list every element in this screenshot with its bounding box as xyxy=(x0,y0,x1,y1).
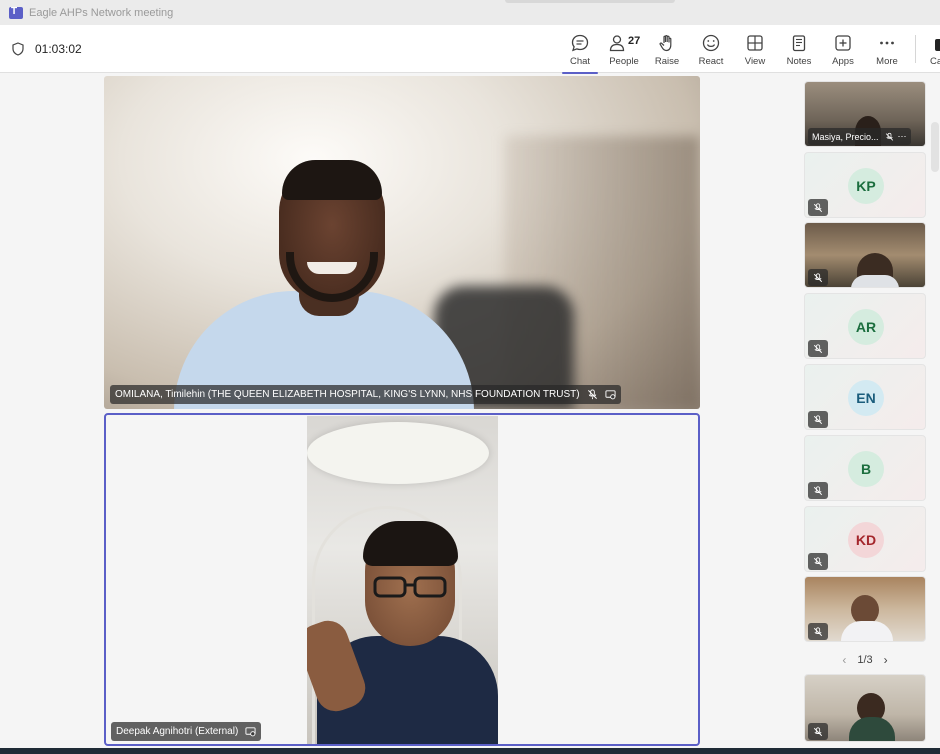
react-icon xyxy=(702,34,720,52)
participant-tile[interactable]: KD xyxy=(804,506,926,572)
second-speaker-name-tag: Deepak Agnihotri (External) xyxy=(111,722,262,741)
participant-avatar: B xyxy=(848,451,884,487)
screen-share-icon xyxy=(245,727,256,737)
speaker-smile xyxy=(307,262,357,274)
chat-button[interactable]: Chat xyxy=(558,25,602,74)
participant-tile[interactable] xyxy=(804,576,926,642)
participant-tile[interactable]: B xyxy=(804,435,926,501)
screen-share-icon xyxy=(605,390,616,400)
second-speaker-video[interactable]: Deepak Agnihotri (External) xyxy=(104,413,700,746)
participant-mute-badge xyxy=(808,482,828,499)
window-titlebar: Eagle AHPs Network meeting xyxy=(0,0,940,25)
view-icon xyxy=(747,35,763,51)
mic-off-icon xyxy=(813,485,823,495)
participant-mute-badge xyxy=(808,723,828,740)
mic-off-icon xyxy=(587,389,597,400)
gallery-scrollbar[interactable] xyxy=(931,122,939,172)
mic-off-icon xyxy=(813,556,823,566)
mic-off-icon xyxy=(813,202,823,212)
participant-avatar: EN xyxy=(848,380,884,416)
shield-icon xyxy=(12,42,24,56)
view-button[interactable]: View xyxy=(733,25,777,73)
notes-button-label: Notes xyxy=(786,56,812,67)
chat-button-label: Chat xyxy=(569,56,591,67)
participant-mute-badge xyxy=(808,199,828,216)
raise-hand-button[interactable]: Raise xyxy=(645,25,689,73)
participant-avatar: KD xyxy=(848,522,884,558)
participant-tile[interactable] xyxy=(804,674,926,742)
apps-button-label: Apps xyxy=(832,56,854,67)
participant-mute-badge xyxy=(808,411,828,428)
participant-tile[interactable]: Masiya, Precio... ⋯ xyxy=(804,81,926,147)
toolbar-divider xyxy=(915,35,916,63)
taskbar-edge xyxy=(0,748,940,754)
react-button[interactable]: React xyxy=(689,25,733,73)
people-button[interactable]: 27 People xyxy=(601,25,647,73)
participant-mute-badge xyxy=(808,269,828,286)
participant-mute-badge xyxy=(808,340,828,357)
glasses-graphic xyxy=(373,576,447,598)
mic-off-icon xyxy=(813,343,823,353)
raise-button-label: Raise xyxy=(654,56,680,67)
people-count-badge: 27 xyxy=(628,35,641,47)
mic-off-icon xyxy=(813,414,823,424)
chat-icon xyxy=(571,34,589,52)
main-speaker-video[interactable]: OMILANA, Timilehin (THE QUEEN ELIZABETH … xyxy=(104,76,700,409)
people-button-label: People xyxy=(609,56,639,67)
speaker-hair xyxy=(282,160,382,200)
react-button-label: React xyxy=(698,56,724,67)
camera-icon xyxy=(935,39,940,51)
notes-icon xyxy=(792,35,806,52)
mic-off-icon xyxy=(813,626,823,636)
view-button-label: View xyxy=(744,56,766,67)
participant-avatar: KP xyxy=(848,168,884,204)
main-speaker-name: OMILANA, Timilehin (THE QUEEN ELIZABETH … xyxy=(115,389,580,400)
meeting-stage: OMILANA, Timilehin (THE QUEEN ELIZABETH … xyxy=(0,74,940,754)
people-icon xyxy=(609,35,625,52)
participant-mute-badge xyxy=(808,553,828,570)
main-speaker-name-tag: OMILANA, Timilehin (THE QUEEN ELIZABETH … xyxy=(110,385,621,404)
participant-video-shirt xyxy=(841,621,893,641)
participant-gallery: Masiya, Precio... ⋯ KP AR EN B KD ‹ 1/3 … xyxy=(804,74,928,754)
second-speaker-name: Deepak Agnihotri (External) xyxy=(116,726,239,737)
notes-button[interactable]: Notes xyxy=(777,25,821,73)
mic-off-icon xyxy=(813,272,823,282)
participant-name: Masiya, Precio... xyxy=(812,131,879,142)
second-speaker-feed xyxy=(307,416,498,744)
camera-button[interactable]: Ca xyxy=(930,25,940,73)
meeting-toolbar: 01:03:02 Chat 27 People Raise React View… xyxy=(0,25,940,74)
more-button-label: More xyxy=(876,56,898,67)
participant-video-shirt xyxy=(849,717,895,741)
more-options-icon[interactable]: ⋯ xyxy=(898,131,907,142)
gallery-page-indicator: 1/3 xyxy=(857,654,873,666)
ceiling-light xyxy=(307,422,489,484)
more-icon xyxy=(880,41,894,45)
second-speaker-hair xyxy=(363,521,458,566)
participant-avatar: AR xyxy=(848,309,884,345)
title-drag-handle[interactable] xyxy=(505,0,675,3)
raise-hand-icon xyxy=(659,35,672,52)
mic-off-icon xyxy=(813,726,823,736)
teams-logo-icon xyxy=(9,6,23,19)
apps-button[interactable]: Apps xyxy=(821,25,865,73)
more-button[interactable]: More xyxy=(865,25,909,73)
chevron-left-icon[interactable]: ‹ xyxy=(837,653,851,667)
apps-icon xyxy=(835,35,851,51)
chevron-right-icon[interactable]: › xyxy=(879,653,893,667)
participant-tile[interactable] xyxy=(804,222,926,288)
window-title: Eagle AHPs Network meeting xyxy=(29,6,174,19)
meeting-timer: 01:03:02 xyxy=(35,42,82,56)
camera-button-label: Ca xyxy=(930,56,940,67)
participant-name-tag: Masiya, Precio... ⋯ xyxy=(808,128,911,145)
participant-tile[interactable]: AR xyxy=(804,293,926,359)
mic-off-icon xyxy=(885,132,893,141)
participant-tile[interactable]: EN xyxy=(804,364,926,430)
participant-mute-badge xyxy=(808,623,828,640)
participant-tile[interactable]: KP xyxy=(804,152,926,218)
participant-video-shirt xyxy=(851,275,899,287)
gallery-pager: ‹ 1/3 › xyxy=(804,651,926,669)
